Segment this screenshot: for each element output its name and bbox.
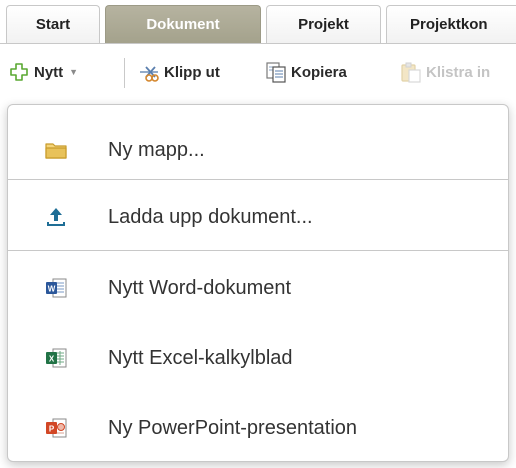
svg-text:P: P xyxy=(49,425,55,434)
copy-icon xyxy=(265,61,287,83)
menu-item-new-powerpoint[interactable]: P Ny PowerPoint-presentation xyxy=(8,403,508,453)
new-button-label: Nytt xyxy=(34,63,64,81)
tab-projekt[interactable]: Projekt xyxy=(266,5,381,43)
excel-icon: X xyxy=(44,346,68,370)
menu-item-label: Ny PowerPoint-presentation xyxy=(108,416,358,439)
cut-button-label: Klipp ut xyxy=(164,63,220,81)
new-dropdown-menu: Ny mapp... Ladda upp dokument... W Nytt … xyxy=(7,104,509,462)
toolbar-separator xyxy=(124,58,125,88)
menu-item-label: Ny mapp... xyxy=(108,138,205,161)
upload-icon xyxy=(44,205,68,229)
copy-button[interactable]: Kopiera xyxy=(265,59,347,85)
svg-text:W: W xyxy=(48,285,56,294)
paste-button-label: Klistra in xyxy=(426,63,491,81)
menu-divider xyxy=(8,250,508,251)
ribbon-tab-bar: Start Dokument Projekt Projektkon xyxy=(0,0,516,44)
tab-start[interactable]: Start xyxy=(6,5,100,43)
menu-item-label: Nytt Excel-kalkylblad xyxy=(108,346,293,369)
tab-dokument[interactable]: Dokument xyxy=(105,5,261,43)
menu-item-new-excel[interactable]: X Nytt Excel-kalkylblad xyxy=(8,333,508,383)
chevron-down-icon: ▼ xyxy=(69,67,79,77)
menu-item-label: Ladda upp dokument... xyxy=(108,205,313,228)
ribbon-toolbar: Nytt ▼ Klipp ut Kopiera Klistra in xyxy=(0,43,516,106)
menu-item-new-folder[interactable]: Ny mapp... xyxy=(8,125,508,175)
menu-item-label: Nytt Word-dokument xyxy=(108,276,292,299)
powerpoint-icon: P xyxy=(44,416,68,440)
new-button[interactable]: Nytt ▼ xyxy=(8,59,78,85)
folder-icon xyxy=(44,138,68,162)
scissors-icon xyxy=(138,61,160,83)
word-icon: W xyxy=(44,276,68,300)
paste-button[interactable]: Klistra in xyxy=(400,59,490,85)
menu-divider xyxy=(8,179,508,180)
copy-button-label: Kopiera xyxy=(291,63,347,81)
svg-text:X: X xyxy=(49,355,55,364)
cut-button[interactable]: Klipp ut xyxy=(138,59,220,85)
menu-item-new-word[interactable]: W Nytt Word-dokument xyxy=(8,263,508,313)
plus-icon xyxy=(8,61,30,83)
tab-projektkontakter[interactable]: Projektkon xyxy=(386,5,516,43)
paste-icon xyxy=(400,61,422,83)
menu-item-upload-document[interactable]: Ladda upp dokument... xyxy=(8,192,508,242)
